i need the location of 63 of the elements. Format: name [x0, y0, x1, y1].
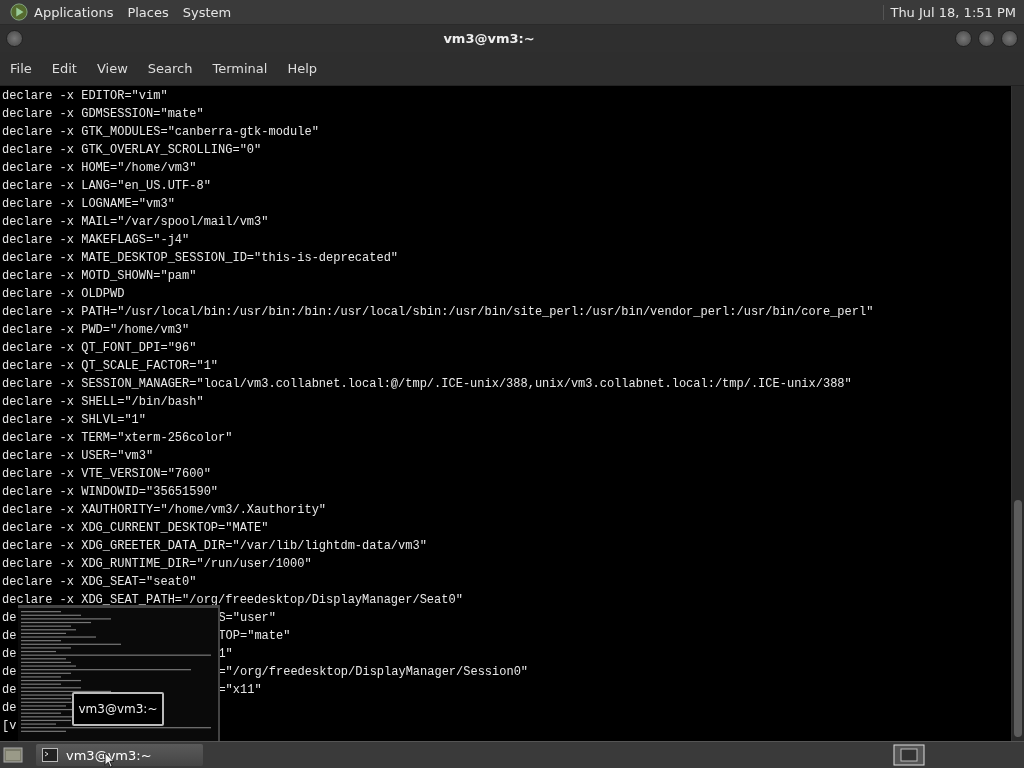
terminal-icon — [42, 748, 58, 762]
panel-menu[interactable]: System — [182, 4, 232, 20]
terminal-line: de — [2, 646, 17, 663]
menu-item[interactable]: Terminal — [212, 61, 268, 76]
terminal-line: declare -x PATH="/usr/local/bin:/usr/bin:/bin:/usr/local/sbin:/usr/bin/site_perl:/usr/bin/vendor_perl:/usr/bin/core_perl" — [2, 304, 874, 321]
terminal-line: declare -x XAUTHORITY="/home/vm3/.Xauthority" — [2, 502, 327, 519]
terminal-line: declare -x LOGNAME="vm3" — [2, 196, 175, 213]
terminal-line: declare -x WINDOWID="35651590" — [2, 484, 219, 501]
clock[interactable]: Thu Jul 18, 1:51 PM — [883, 4, 1016, 20]
terminal-line: declare -x XDG_RUNTIME_DIR="/run/user/1000" — [2, 556, 312, 573]
terminal-line: declare -x XDG_CURRENT_DESKTOP="MATE" — [2, 520, 269, 537]
scrollbar[interactable] — [1011, 86, 1024, 741]
terminal-line: declare -x MATE_DESKTOP_SESSION_ID="this-is-deprecated" — [2, 250, 399, 267]
terminal-line: [v — [2, 718, 17, 735]
terminal-line: declare -x MOTD_SHOWN="pam" — [2, 268, 197, 285]
terminal-line: S="user" — [218, 610, 276, 627]
terminal-line: declare -x GTK_OVERLAY_SCROLLING="0" — [2, 142, 262, 159]
terminal-line: declare -x USER="vm3" — [2, 448, 154, 465]
minimize-button[interactable] — [955, 30, 972, 47]
terminal-line: de — [2, 628, 17, 645]
terminal-line: declare -x TERM="xterm-256color" — [2, 430, 233, 447]
menu-item[interactable]: File — [10, 61, 32, 76]
terminal-line: declare -x EDITOR="vim" — [2, 88, 168, 105]
terminal-line: declare -x OLDPWD — [2, 286, 125, 303]
menu-item[interactable]: Edit — [51, 61, 77, 76]
window-switcher-label: vm3@vm3:~ — [72, 692, 164, 726]
menu-item[interactable]: Help — [287, 61, 318, 76]
terminal-line: declare -x MAKEFLAGS="-j4" — [2, 232, 190, 249]
panel-menu[interactable]: Applications — [34, 4, 114, 20]
app-menu-icon[interactable] — [10, 3, 28, 21]
terminal-line: declare -x LANG="en_US.UTF-8" — [2, 178, 211, 195]
panel-menu[interactable]: Places — [127, 4, 169, 20]
terminal-line: declare -x GTK_MODULES="canberra-gtk-module" — [2, 124, 319, 141]
close-button[interactable] — [1001, 30, 1018, 47]
terminal-line: declare -x QT_SCALE_FACTOR="1" — [2, 358, 219, 375]
window-title: vm3@vm3:~ — [442, 31, 536, 46]
terminal-line: de — [2, 682, 17, 699]
terminal-line: ="/org/freedesktop/DisplayManager/Session0" — [218, 664, 529, 681]
terminal-line: declare -x GDMSESSION="mate" — [2, 106, 204, 123]
scrollbar-thumb[interactable] — [1014, 500, 1022, 737]
terminal-line: de — [2, 664, 17, 681]
menu-item[interactable]: Search — [147, 61, 193, 76]
terminal-line: declare -x MAIL="/var/spool/mail/vm3" — [2, 214, 269, 231]
taskbar-button[interactable]: vm3@vm3:~ — [36, 744, 203, 766]
terminal-line: declare -x SHELL="/bin/bash" — [2, 394, 204, 411]
terminal-line: declare -x HOME="/home/vm3" — [2, 160, 197, 177]
terminal-line: declare -x XDG_SEAT_PATH="/org/freedesktop/DisplayManager/Seat0" — [2, 592, 463, 609]
terminal-line: declare -x XDG_SEAT="seat0" — [2, 574, 197, 591]
terminal-line: declare -x SESSION_MANAGER="local/vm3.collabnet.local:@/tmp/.ICE-unix/388,unix/vm3.collabnet.local:/tmp/.ICE-unix/388" — [2, 376, 852, 393]
menu-item[interactable]: View — [96, 61, 128, 76]
terminal-line: declare -x PWD="/home/vm3" — [2, 322, 190, 339]
window-menu-button[interactable] — [6, 30, 23, 47]
maximize-button[interactable] — [978, 30, 995, 47]
show-desktop-icon[interactable] — [2, 745, 24, 765]
terminal-line: declare -x XDG_GREETER_DATA_DIR="/var/lib/lightdm-data/vm3" — [2, 538, 427, 555]
terminal-line: declare -x VTE_VERSION="7600" — [2, 466, 211, 483]
terminal-line: de — [2, 610, 17, 627]
terminal-line: de — [2, 700, 17, 717]
terminal-line: declare -x SHLVL="1" — [2, 412, 147, 429]
workspace-icon[interactable] — [893, 744, 925, 766]
terminal-line: declare -x QT_FONT_DPI="96" — [2, 340, 197, 357]
terminal-line: ="x11" — [218, 682, 262, 699]
terminal-line: TOP="mate" — [218, 628, 291, 645]
